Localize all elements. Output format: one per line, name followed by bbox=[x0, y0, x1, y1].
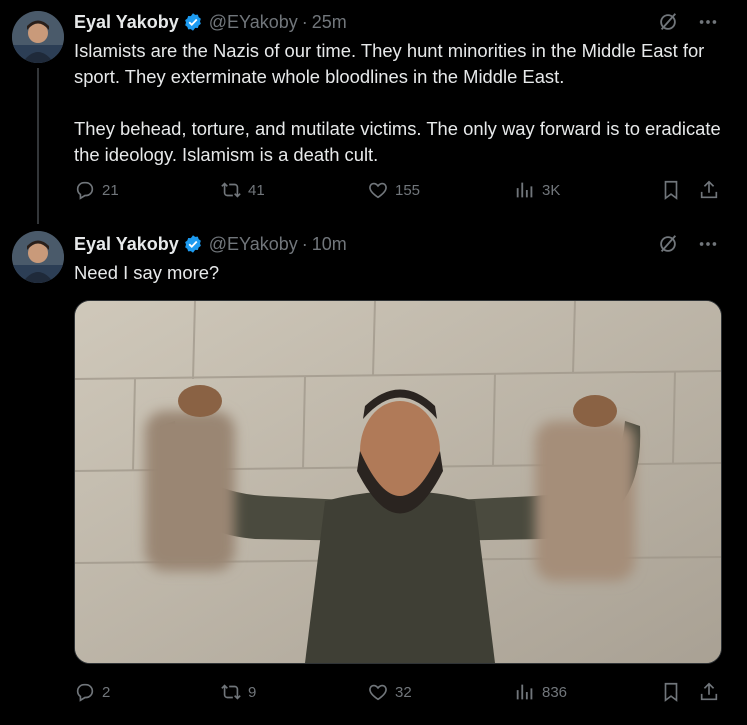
reply-icon bbox=[76, 683, 94, 702]
verified-badge-icon bbox=[184, 13, 201, 31]
share-button[interactable] bbox=[698, 680, 720, 704]
avatar[interactable] bbox=[12, 231, 64, 283]
tweet-media-image[interactable] bbox=[74, 300, 722, 664]
views-icon bbox=[516, 182, 533, 198]
tweet-2[interactable]: Eyal Yakoby @EYakoby · 10m Need I say mo… bbox=[0, 220, 747, 725]
tweet-top-actions bbox=[657, 232, 719, 256]
views-button[interactable]: 836 bbox=[514, 680, 567, 704]
views-count: 836 bbox=[542, 683, 568, 701]
views-button[interactable]: 3K bbox=[514, 178, 560, 202]
like-count: 32 bbox=[395, 683, 412, 701]
grok-icon[interactable] bbox=[657, 11, 679, 33]
heart-icon bbox=[369, 182, 387, 199]
views-icon bbox=[516, 684, 533, 700]
repost-button[interactable]: 41 bbox=[220, 178, 265, 202]
more-icon[interactable] bbox=[697, 233, 719, 255]
repost-count: 9 bbox=[248, 683, 257, 701]
repost-icon bbox=[221, 182, 241, 198]
share-icon bbox=[700, 682, 718, 701]
bookmark-button[interactable] bbox=[660, 178, 682, 202]
repost-count: 41 bbox=[248, 181, 265, 199]
bookmark-button[interactable] bbox=[660, 680, 682, 704]
author-handle[interactable]: @EYakoby bbox=[209, 12, 298, 33]
repost-icon bbox=[221, 684, 241, 700]
views-count: 3K bbox=[542, 181, 561, 199]
author-handle[interactable]: @EYakoby bbox=[209, 234, 298, 255]
reply-button[interactable]: 2 bbox=[74, 680, 110, 704]
like-count: 155 bbox=[395, 181, 421, 199]
tweet-header: Eyal Yakoby @EYakoby · 10m bbox=[74, 232, 347, 256]
author-name[interactable]: Eyal Yakoby bbox=[74, 12, 179, 33]
tweet-header: Eyal Yakoby @EYakoby · 25m bbox=[74, 10, 347, 34]
like-button[interactable]: 155 bbox=[367, 178, 420, 202]
separator-dot: · bbox=[301, 11, 308, 32]
tweet-text: Need I say more? bbox=[74, 262, 220, 283]
thread-line bbox=[37, 68, 39, 224]
reply-count: 2 bbox=[102, 683, 111, 701]
reply-icon bbox=[76, 181, 94, 200]
tweet-actions: 2 9 32 836 bbox=[74, 680, 722, 704]
heart-icon bbox=[369, 684, 387, 701]
timestamp[interactable]: 10m bbox=[312, 234, 347, 255]
repost-button[interactable]: 9 bbox=[220, 680, 256, 704]
tweet-top-actions bbox=[657, 10, 719, 34]
more-icon[interactable] bbox=[697, 11, 719, 33]
share-button[interactable] bbox=[698, 178, 720, 202]
reply-button[interactable]: 21 bbox=[74, 178, 119, 202]
grok-icon[interactable] bbox=[657, 233, 679, 255]
author-name[interactable]: Eyal Yakoby bbox=[74, 234, 179, 255]
reply-count: 21 bbox=[102, 181, 119, 199]
verified-badge-icon bbox=[184, 235, 201, 253]
bookmark-icon bbox=[664, 180, 678, 200]
bookmark-icon bbox=[664, 682, 678, 702]
separator-dot: · bbox=[301, 233, 308, 254]
tweet-text: Islamists are the Nazis of our time. The… bbox=[74, 40, 721, 165]
share-icon bbox=[700, 180, 718, 199]
timestamp[interactable]: 25m bbox=[312, 12, 347, 33]
tweet-actions: 21 41 155 3K bbox=[74, 178, 722, 202]
like-button[interactable]: 32 bbox=[367, 680, 412, 704]
tweet-1[interactable]: Eyal Yakoby @EYakoby · 25m Islamists are… bbox=[0, 0, 747, 224]
avatar[interactable] bbox=[12, 11, 64, 63]
